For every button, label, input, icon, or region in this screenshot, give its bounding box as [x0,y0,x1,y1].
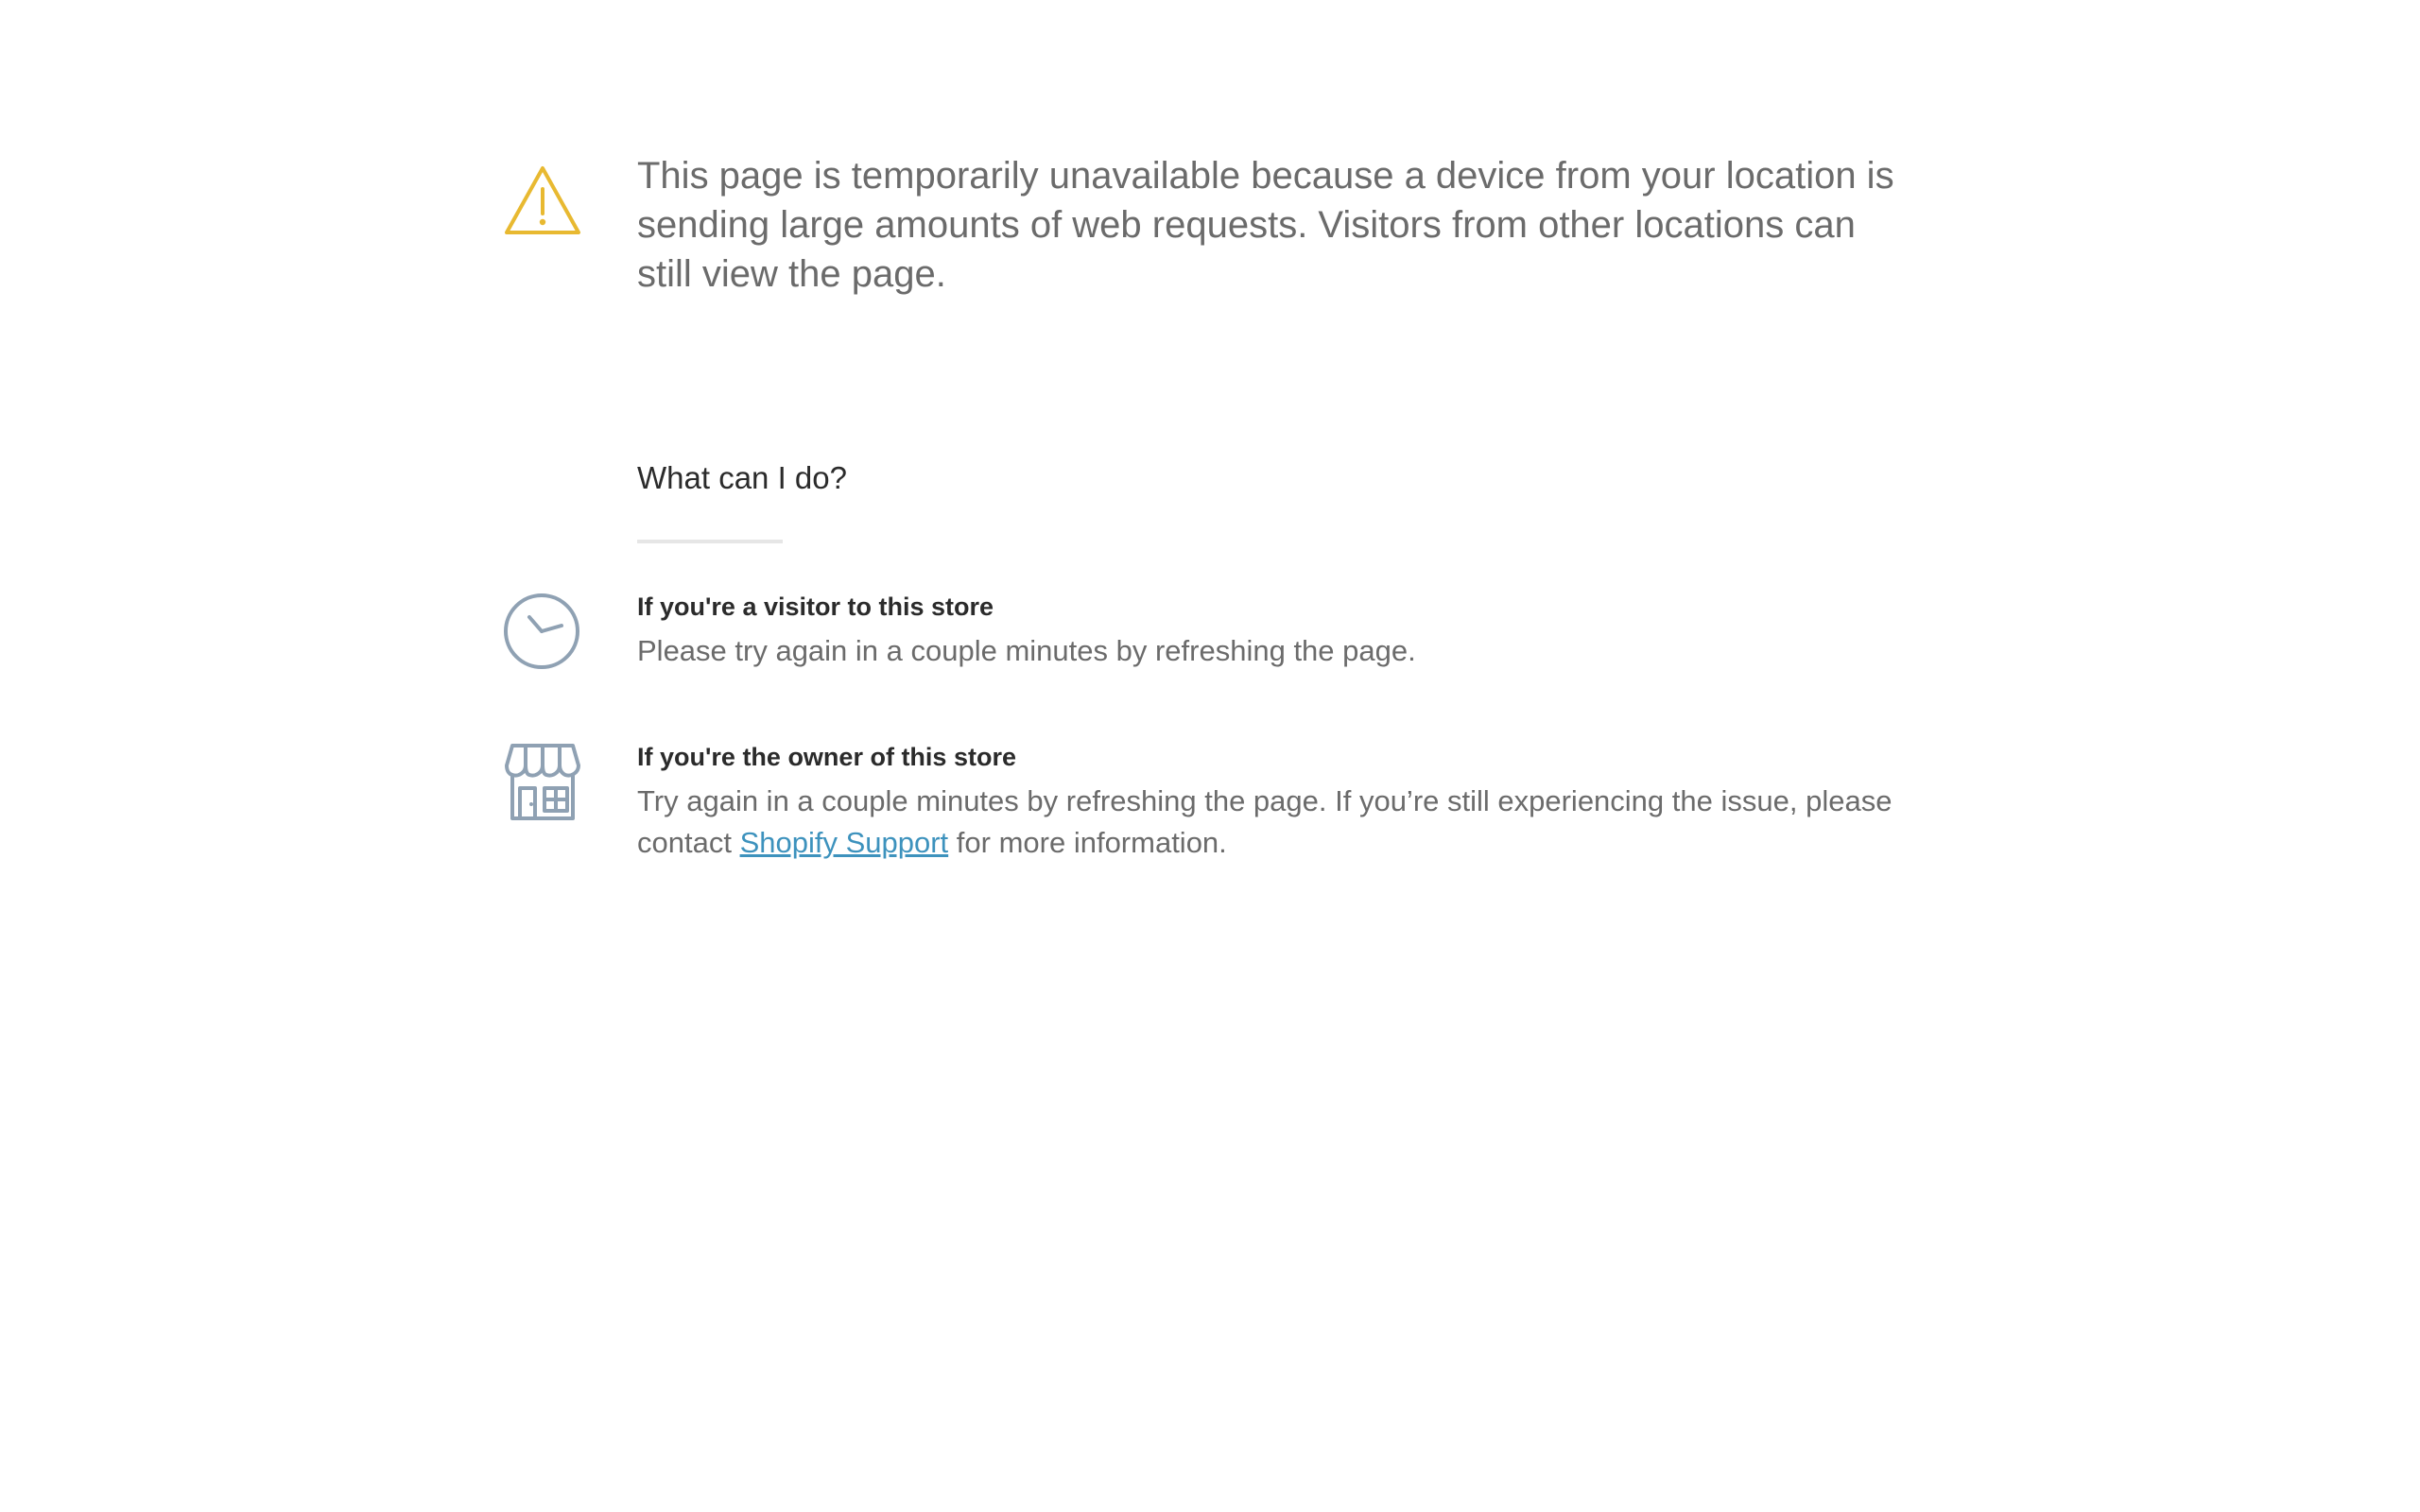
help-title: What can I do? [637,460,847,495]
visitor-heading: If you're a visitor to this store [637,593,994,621]
alert-section: This page is temporarily unavailable bec… [503,151,1904,299]
owner-help-item: If you're the owner of this store Try ag… [503,743,1904,864]
owner-heading: If you're the owner of this store [637,743,1016,771]
warning-icon [503,164,637,236]
alert-message: This page is temporarily unavailable bec… [637,155,1894,295]
clock-icon [503,593,637,670]
title-divider [637,540,783,543]
owner-body: Try again in a couple minutes by refresh… [637,781,1904,864]
visitor-help-item: If you're a visitor to this store Please… [503,593,1904,672]
shopify-support-link[interactable]: Shopify Support [740,826,949,859]
visitor-body: Please try again in a couple minutes by … [637,634,1416,667]
storefront-icon [503,743,637,822]
owner-body-after: for more information. [956,826,1227,859]
error-page: This page is temporarily unavailable bec… [0,0,2420,1512]
